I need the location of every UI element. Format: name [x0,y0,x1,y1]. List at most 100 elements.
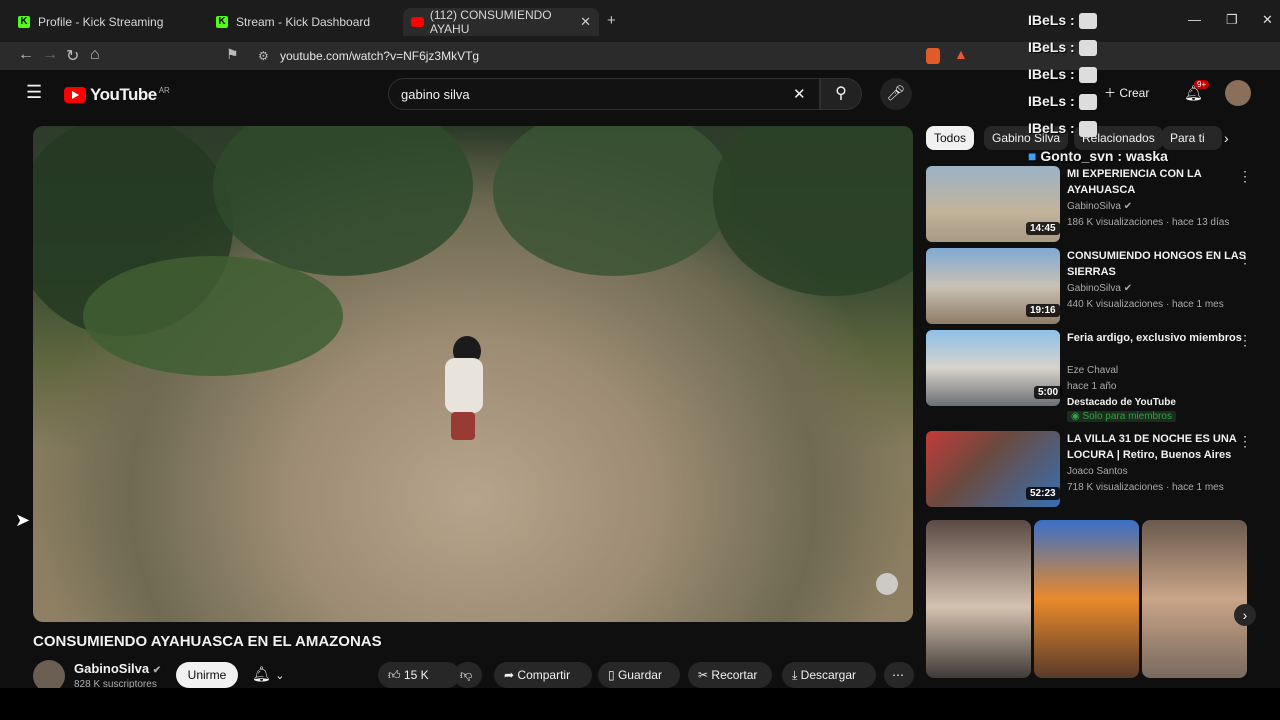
create-label: Crear [1119,86,1150,100]
recommendation-meta: 186 K visualizaciones · hace 13 días [1067,217,1230,228]
scissors-icon: ✂ [698,668,709,682]
more-actions-button[interactable]: ⋯ [884,662,914,688]
more-vert-icon[interactable]: ⋮ [1238,250,1252,267]
search-input[interactable] [399,86,783,103]
search-button[interactable]: ⚲ [820,78,862,110]
youtube-icon [411,17,424,27]
recommendation-item[interactable]: 5:00 Feria ardigo, exclusivo miembros Ez… [926,330,1266,424]
tab-kick-profile[interactable]: K Profile - Kick Streaming [10,8,210,36]
emote-icon [1078,67,1097,84]
video-player[interactable] [33,126,913,622]
bookmark-icon[interactable]: ⚑ [226,46,239,63]
recommendation-channel[interactable]: GabinoSilva ✔ [1067,201,1132,212]
recommendation-meta: 718 K visualizaciones · hace 1 mes [1067,482,1224,493]
channel-text: GabinoSilva [1067,201,1121,212]
chip-for-you[interactable]: Para ti [1162,126,1222,150]
site-info-icon[interactable]: ⚙ [258,49,269,63]
recommendation-meta: 440 K visualizaciones · hace 1 mes [1067,299,1224,310]
save-button[interactable]: ▯ Guardar [598,662,680,688]
new-tab-button[interactable]: + [607,12,616,29]
close-window-icon[interactable]: ✕ [1262,12,1273,28]
chip-all[interactable]: Todos [926,126,975,150]
download-label: Descargar [800,668,857,682]
chevron-right-icon[interactable]: › [1224,130,1229,146]
recommendation-meta: hace 1 año [1067,381,1117,392]
reload-icon[interactable]: ↻ [66,46,79,66]
download-button[interactable]: ⤓ Descargar [782,662,876,688]
kick-icon: K [18,16,30,28]
bell-icon: 🔔︎ [252,666,272,683]
chat-message: IBeLs : [1028,39,1097,57]
more-vert-icon[interactable]: ⋮ [1238,433,1252,450]
youtube-logo[interactable]: YouTube AR [64,85,170,105]
recommendation-title[interactable]: Feria ardigo, exclusivo miembros [1067,330,1247,346]
duration-badge: 14:45 [1026,222,1060,235]
channel-name-text: GabinoSilva [74,661,150,676]
recommendation-item[interactable]: 14:45 MI EXPERIENCIA CON LA AYAHUASCA Ga… [926,166,1266,244]
back-icon[interactable]: ← [18,46,34,64]
home-icon[interactable]: ⌂ [90,46,100,64]
short-thumbnail[interactable] [1034,520,1139,678]
chat-message: IBeLs : [1028,93,1097,111]
dislike-button[interactable]: 👎︎ [454,662,482,688]
duration-badge: 19:16 [1026,304,1060,317]
bottom-bar [0,688,1280,720]
recommendation-title[interactable]: LA VILLA 31 DE NOCHE ES UNA LOCURA | Ret… [1067,431,1247,463]
child-shirt [445,358,483,413]
chat-text: IBeLs : [1028,120,1075,136]
mic-button[interactable]: 🎤︎ [880,78,912,110]
emote-icon [1078,13,1097,30]
chat-text: Gonto_svn : waska [1040,148,1168,164]
recommendation-item[interactable]: 52:23 LA VILLA 31 DE NOCHE ES UNA LOCURA… [926,431,1266,509]
channel-watermark[interactable] [876,573,898,595]
bookmark-icon: ▯ [608,668,615,682]
share-button[interactable]: ➦ Compartir [494,662,592,688]
warning-icon[interactable]: ▲ [954,46,968,62]
members-badge-text: Solo para miembros [1082,411,1172,422]
recommendation-channel[interactable]: Joaco Santos [1067,466,1128,477]
chevron-right-icon[interactable]: › [1234,604,1256,626]
like-count: 15 K [403,668,429,682]
chat-message: ■ Gonto_svn : waska [1028,148,1168,164]
share-icon: ➦ [504,668,515,682]
join-button[interactable]: Unirme [176,662,238,688]
close-icon[interactable]: ✕ [580,14,591,30]
tab-kick-dashboard[interactable]: K Stream - Kick Dashboard [208,8,403,36]
chat-text: IBeLs : [1028,93,1075,109]
verified-icon: ✔ [152,665,162,676]
recommendation-title[interactable]: MI EXPERIENCIA CON LA AYAHUASCA [1067,166,1247,198]
maximize-icon[interactable]: ❐ [1226,12,1238,28]
clip-button[interactable]: ✂ Recortar [688,662,772,688]
short-thumbnail[interactable] [926,520,1031,678]
thumbs-down-icon: 👎︎ [460,668,473,682]
child-shorts [451,412,475,440]
more-vert-icon[interactable]: ⋮ [1238,332,1252,349]
more-vert-icon[interactable]: ⋮ [1238,168,1252,185]
chevron-down-icon: ⌄ [275,670,285,682]
minimize-icon[interactable]: — [1188,12,1201,27]
emote-icon [1078,94,1097,111]
duration-badge: 5:00 [1034,386,1063,399]
recommendation-title[interactable]: CONSUMIENDO HONGOS EN LAS SIERRAS [1067,248,1247,280]
like-button[interactable]: 👍︎ 15 K [378,662,460,688]
featured-label: Destacado de YouTube [1067,397,1176,408]
chat-text: IBeLs : [1028,66,1075,82]
subscription-bell-button[interactable]: 🔔︎ ⌄ [252,665,284,683]
logo-text: YouTube [90,85,157,104]
search-icon: ⚲ [835,85,847,102]
forward-icon[interactable]: → [42,46,58,64]
tab-youtube[interactable]: (112) CONSUMIENDO AYAHU ✕ [403,8,599,36]
brave-shield-icon[interactable] [926,48,940,64]
recommendation-item[interactable]: 19:16 CONSUMIENDO HONGOS EN LAS SIERRAS … [926,248,1266,326]
clear-search-icon[interactable]: ✕ [793,85,806,103]
short-thumbnail[interactable] [1142,520,1247,678]
search-box[interactable]: ✕ [388,78,820,110]
url-field[interactable]: youtube.com/watch?v=NF6jz3MkVTg [280,49,479,63]
recommendation-channel[interactable]: GabinoSilva ✔ [1067,283,1132,294]
create-button[interactable]: ＋ Crear [1104,84,1149,101]
share-label: Compartir [517,668,571,682]
avatar[interactable] [1225,80,1251,106]
recommendation-channel[interactable]: Eze Chaval [1067,365,1118,376]
channel-name[interactable]: GabinoSilva ✔ [74,661,161,676]
menu-icon[interactable]: ☰ [26,82,42,103]
